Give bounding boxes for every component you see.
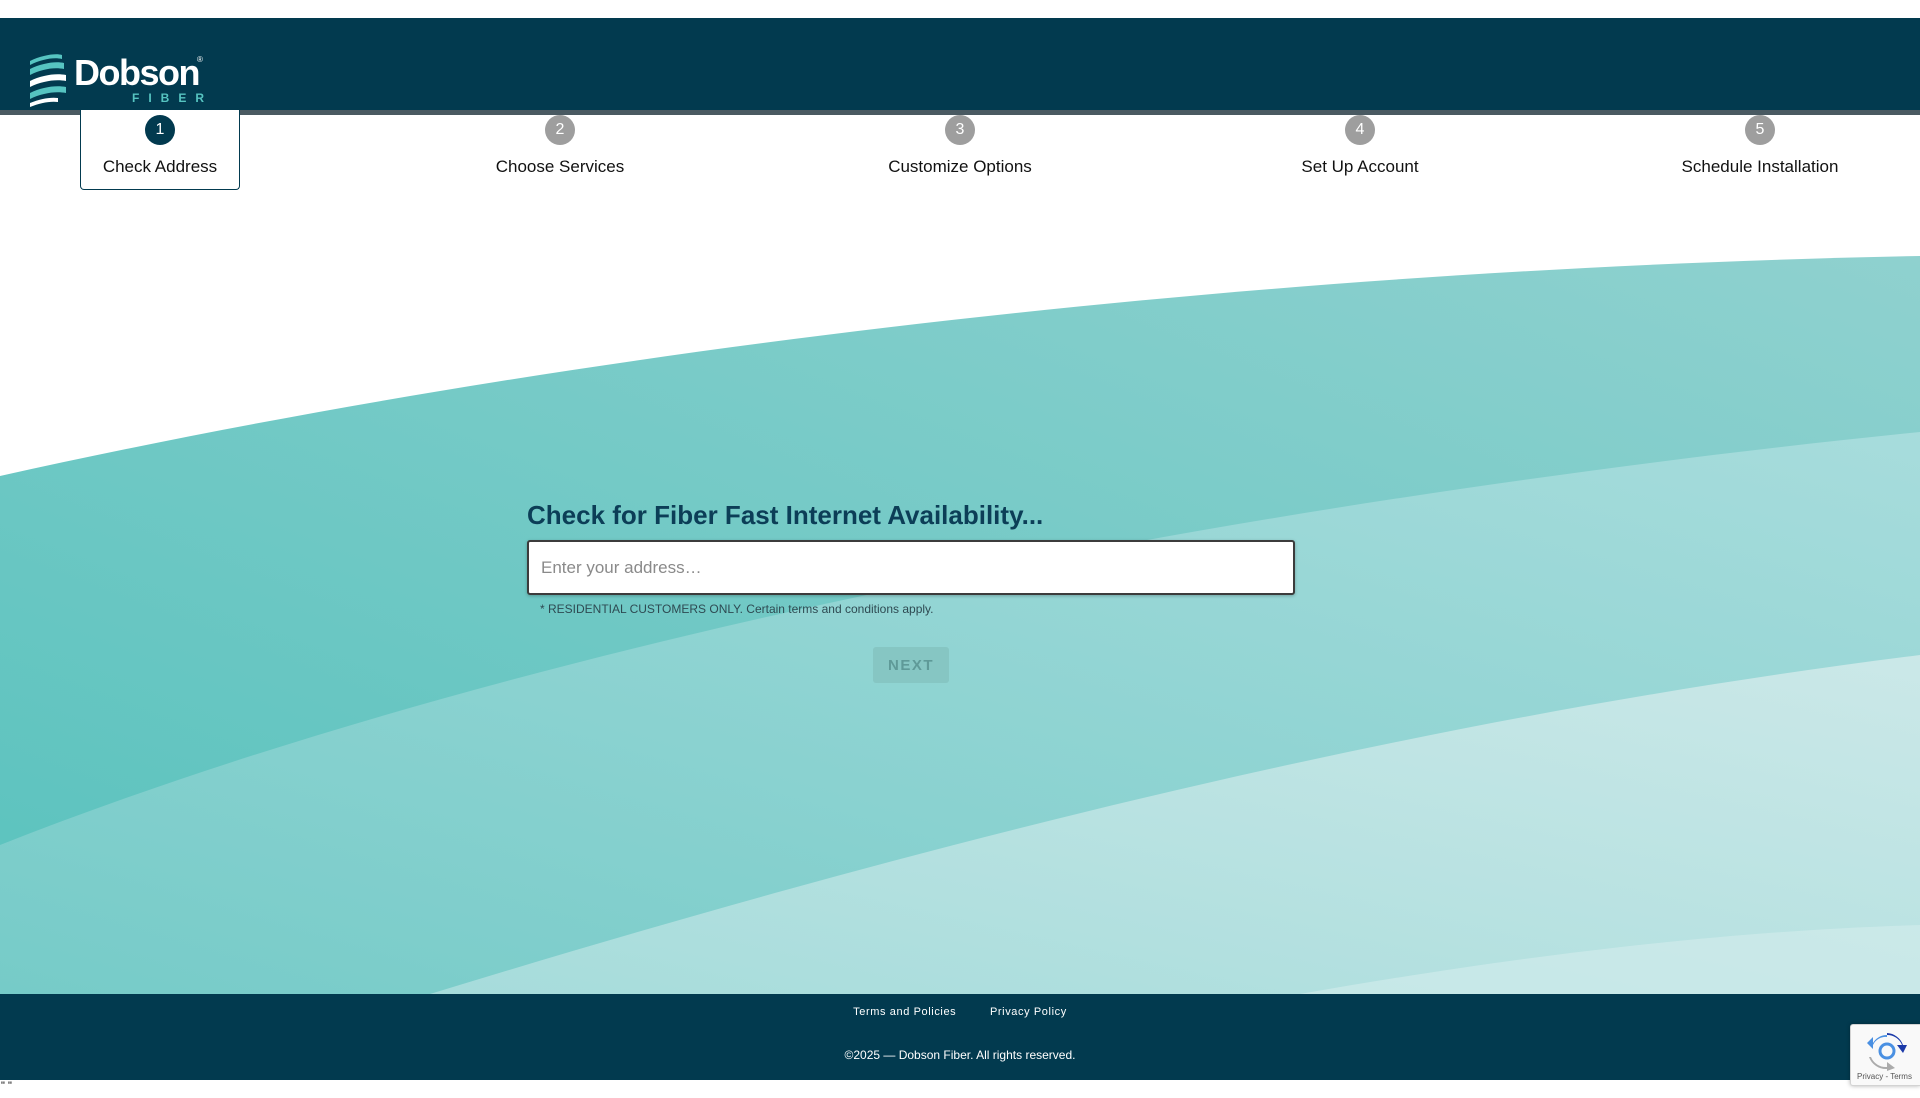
logo-subtitle: FIBER: [132, 91, 213, 105]
copyright-text: ©2025 — Dobson Fiber. All rights reserve…: [844, 1048, 1076, 1062]
site-footer: Terms and Policies Privacy Policy ©2025 …: [0, 994, 1920, 1080]
step-label: Set Up Account: [1301, 157, 1419, 176]
logo-mark-icon: [30, 54, 66, 107]
step-number: 3: [945, 115, 975, 145]
dobson-fiber-logo[interactable]: Dobson ® FIBER: [28, 51, 208, 107]
step-set-up-account[interactable]: 4 Set Up Account: [1250, 110, 1470, 190]
step-customize-options[interactable]: 3 Customize Options: [850, 110, 1070, 190]
privacy-policy-link[interactable]: Privacy Policy: [990, 1006, 1067, 1018]
step-number: 1: [145, 115, 175, 145]
step-check-address[interactable]: 1 Check Address: [80, 110, 240, 190]
recaptcha-icon: [1867, 1033, 1907, 1071]
logo-registered-mark: ®: [197, 55, 203, 64]
next-button[interactable]: NEXT: [873, 647, 949, 683]
page-title: Check for Fiber Fast Internet Availabili…: [527, 500, 1044, 530]
recaptcha-links: Privacy - Terms: [1857, 1072, 1912, 1081]
residential-disclaimer: * RESIDENTIAL CUSTOMERS ONLY. Certain te…: [540, 602, 934, 616]
step-label: Check Address: [102, 157, 218, 176]
terms-and-policies-link[interactable]: Terms and Policies: [853, 1006, 956, 1018]
step-label: Choose Services: [495, 157, 625, 176]
footer-links: Terms and Policies Privacy Policy: [0, 1006, 1920, 1018]
step-number: 2: [545, 115, 575, 145]
step-label: Schedule Installation: [1681, 157, 1839, 176]
checkout-stepper: 1 Check Address 2 Choose Services 3 Cust…: [0, 110, 1920, 200]
step-choose-services[interactable]: 2 Choose Services: [450, 110, 670, 190]
step-number: 5: [1745, 115, 1775, 145]
step-schedule-installation[interactable]: 5 Schedule Installation: [1650, 110, 1870, 190]
logo-wordmark: Dobson: [74, 52, 200, 93]
step-number: 4: [1345, 115, 1375, 145]
site-header: Dobson ® FIBER: [0, 18, 1920, 110]
top-strip: [0, 0, 1920, 18]
recaptcha-badge[interactable]: Privacy - Terms: [1850, 1024, 1920, 1086]
step-label: Customize Options: [888, 157, 1032, 176]
address-input[interactable]: [527, 540, 1295, 595]
stray-text: " ": [1, 1080, 12, 1092]
